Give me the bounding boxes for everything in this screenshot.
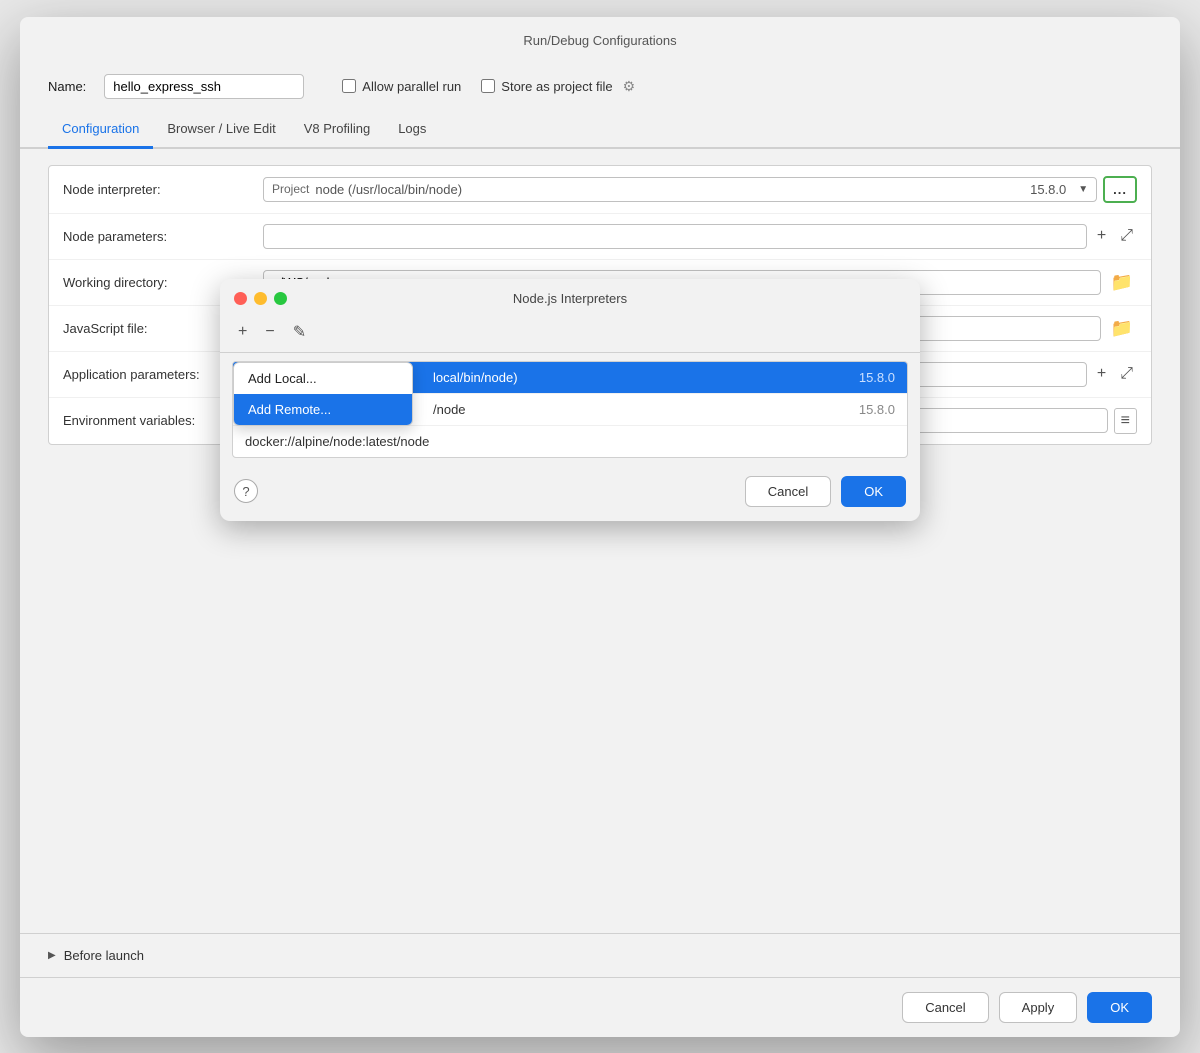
maximize-traffic-light[interactable] — [274, 292, 287, 305]
name-label: Name: — [48, 79, 86, 94]
modal-help-button[interactable]: ? — [234, 479, 258, 503]
close-traffic-light[interactable] — [234, 292, 247, 305]
before-launch-label: Before launch — [64, 948, 144, 963]
main-content: Node interpreter: Project node (/usr/loc… — [20, 149, 1180, 917]
js-file-folder-button[interactable]: 📁 — [1107, 316, 1137, 341]
interpreter-item-path: /node — [433, 402, 849, 417]
store-project-checkbox[interactable] — [481, 79, 495, 93]
expand-app-param-button[interactable]: ⤢ — [1116, 363, 1137, 385]
remove-interpreter-button[interactable]: − — [259, 321, 280, 343]
tabs-bar: Configuration Browser / Live Edit V8 Pro… — [20, 113, 1180, 149]
modal-cancel-button[interactable]: Cancel — [745, 476, 831, 507]
allow-parallel-group: Allow parallel run — [342, 79, 461, 94]
node-interpreter-label: Node interpreter: — [63, 182, 263, 197]
store-project-label: Store as project file — [501, 79, 612, 94]
modal-toolbar: + − ✎ — [220, 314, 920, 353]
expand-node-param-button[interactable]: ⤢ — [1116, 225, 1137, 247]
minimize-traffic-light[interactable] — [254, 292, 267, 305]
header-options: Allow parallel run Store as project file… — [342, 78, 635, 95]
before-launch-chevron-icon[interactable]: ▶ — [48, 950, 56, 961]
tab-v8-profiling[interactable]: V8 Profiling — [290, 113, 384, 149]
header-row: Name: Allow parallel run Store as projec… — [20, 60, 1180, 113]
node-parameters-row: Node parameters: + ⤢ — [49, 214, 1151, 260]
interpreter-path: node (/usr/local/bin/node) — [315, 182, 1024, 197]
add-local-menu-item[interactable]: Add Local... — [234, 363, 412, 394]
allow-parallel-label: Allow parallel run — [362, 79, 461, 94]
tab-configuration[interactable]: Configuration — [48, 113, 153, 149]
modal-footer: ? Cancel OK — [220, 466, 920, 521]
gear-icon[interactable]: ⚙ — [623, 78, 636, 95]
cancel-button[interactable]: Cancel — [902, 992, 988, 1023]
interpreter-item-version: 15.8.0 — [859, 370, 895, 385]
add-node-param-button[interactable]: + — [1093, 225, 1110, 247]
dropdown-arrow-icon: ▼ — [1078, 184, 1088, 195]
tab-logs[interactable]: Logs — [384, 113, 440, 149]
node-params-label: Node parameters: — [63, 229, 263, 244]
node-interpreter-row: Node interpreter: Project node (/usr/loc… — [49, 166, 1151, 214]
tab-browser-live-edit[interactable]: Browser / Live Edit — [153, 113, 289, 149]
interpreter-list: Add Local... Add Remote... local/bin/nod… — [232, 361, 908, 458]
interpreter-list-item[interactable]: docker://alpine/node:latest/node — [233, 426, 907, 457]
add-interpreter-button[interactable]: + — [232, 321, 253, 343]
node-params-field: + ⤢ — [263, 224, 1137, 249]
apply-button[interactable]: Apply — [999, 992, 1078, 1023]
interpreters-modal: Node.js Interpreters + − ✎ Add Local... … — [220, 279, 920, 521]
project-tag: Project — [272, 182, 309, 196]
context-menu: Add Local... Add Remote... — [233, 362, 413, 426]
interpreter-item-path: local/bin/node) — [433, 370, 849, 385]
store-project-group: Store as project file ⚙ — [481, 78, 635, 95]
ok-button[interactable]: OK — [1087, 992, 1152, 1023]
edit-interpreter-button[interactable]: ✎ — [287, 320, 312, 344]
interpreter-item-version: 15.8.0 — [859, 402, 895, 417]
modal-title: Node.js Interpreters — [236, 291, 904, 306]
interpreter-select[interactable]: Project node (/usr/local/bin/node) 15.8.… — [263, 177, 1097, 202]
name-input[interactable] — [104, 74, 304, 99]
before-launch-section: ▶ Before launch — [20, 933, 1180, 977]
node-interpreter-field: Project node (/usr/local/bin/node) 15.8.… — [263, 176, 1137, 203]
node-params-input[interactable] — [263, 224, 1087, 249]
add-app-param-button[interactable]: + — [1093, 363, 1110, 385]
main-dialog: Run/Debug Configurations Name: Allow par… — [20, 17, 1180, 1037]
working-dir-folder-button[interactable]: 📁 — [1107, 270, 1137, 295]
modal-titlebar: Node.js Interpreters — [220, 279, 920, 314]
title-text: Run/Debug Configurations — [523, 33, 676, 48]
allow-parallel-checkbox[interactable] — [342, 79, 356, 93]
traffic-lights — [234, 292, 287, 305]
interpreter-more-button[interactable]: ... — [1103, 176, 1137, 203]
dialog-footer: Cancel Apply OK — [20, 977, 1180, 1037]
modal-ok-button[interactable]: OK — [841, 476, 906, 507]
interpreters-modal-overlay: Node.js Interpreters + − ✎ Add Local... … — [220, 279, 920, 521]
dialog-title: Run/Debug Configurations — [20, 17, 1180, 60]
interpreter-version: 15.8.0 — [1030, 182, 1066, 197]
interpreter-item-path: docker://alpine/node:latest/node — [245, 434, 885, 449]
add-remote-menu-item[interactable]: Add Remote... — [234, 394, 412, 425]
env-vars-edit-button[interactable]: ≡ — [1114, 408, 1137, 434]
